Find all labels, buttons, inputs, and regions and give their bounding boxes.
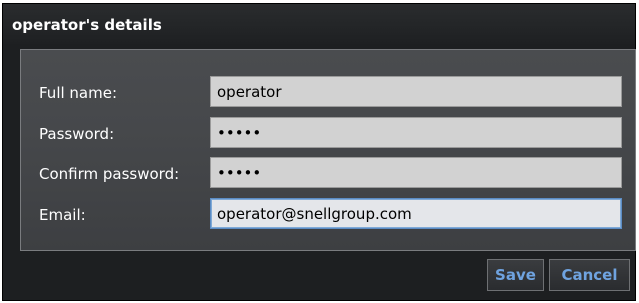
form-panel: Full name: Password: Confirm password: E…	[20, 49, 636, 251]
cancel-button[interactable]: Cancel	[549, 259, 630, 291]
dialog-title-bar: operator's details	[3, 4, 635, 44]
email-input[interactable]	[210, 198, 622, 229]
confirm-password-label: Confirm password:	[39, 165, 180, 183]
confirm-password-row: Confirm password:	[21, 157, 635, 191]
operator-details-dialog: operator's details Full name: Password: …	[2, 3, 636, 301]
password-label: Password:	[39, 125, 115, 143]
email-row: Email:	[21, 198, 635, 232]
confirm-password-input[interactable]	[210, 157, 622, 188]
full-name-input[interactable]	[210, 76, 622, 107]
dialog-title: operator's details	[12, 16, 162, 34]
full-name-row: Full name:	[21, 76, 635, 110]
password-row: Password:	[21, 117, 635, 151]
password-input[interactable]	[210, 117, 622, 148]
email-label: Email:	[39, 206, 86, 224]
dialog-footer: Save Cancel	[3, 254, 635, 300]
full-name-label: Full name:	[39, 84, 118, 102]
save-button[interactable]: Save	[487, 259, 544, 291]
